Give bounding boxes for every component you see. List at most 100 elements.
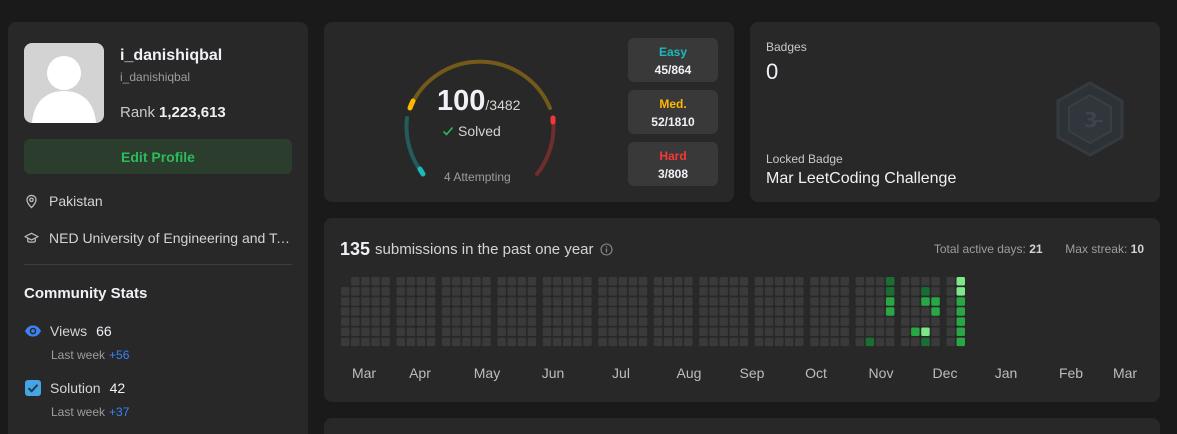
heatmap-day-cell[interactable] [674, 277, 683, 286]
heatmap-day-cell[interactable] [341, 327, 350, 337]
heatmap-day-cell[interactable] [674, 317, 683, 326]
heatmap-day-cell[interactable] [754, 337, 764, 347]
heatmap-day-cell[interactable] [840, 307, 850, 316]
heatmap-day-cell[interactable] [764, 297, 774, 306]
heatmap-day-cell[interactable] [638, 307, 648, 316]
heatmap-day-cell[interactable] [583, 307, 592, 316]
heatmap-day-cell[interactable] [416, 307, 426, 316]
heatmap-day-cell[interactable] [840, 327, 850, 337]
heatmap-day-cell[interactable] [840, 297, 850, 306]
heatmap-day-cell[interactable] [865, 317, 875, 326]
heatmap-day-cell[interactable] [371, 287, 380, 296]
heatmap-day-cell[interactable] [507, 287, 517, 296]
heatmap-day-cell[interactable] [931, 327, 940, 337]
heatmap-day-cell[interactable] [552, 327, 562, 337]
heatmap-day-cell[interactable] [573, 317, 582, 326]
heatmap-day-cell[interactable] [371, 277, 380, 286]
heatmap-day-cell[interactable] [542, 277, 552, 286]
heatmap-day-cell[interactable] [946, 307, 955, 316]
heatmap-day-cell[interactable] [875, 297, 885, 306]
heatmap-day-cell[interactable] [709, 337, 718, 347]
heatmap-day-cell[interactable] [452, 277, 461, 286]
heatmap-day-cell[interactable] [517, 337, 527, 347]
heatmap-day-cell[interactable] [482, 277, 491, 286]
heatmap-day-cell[interactable] [956, 277, 966, 286]
heatmap-day-cell[interactable] [361, 277, 370, 286]
heatmap-day-cell[interactable] [618, 307, 628, 316]
heatmap-day-cell[interactable] [482, 337, 491, 347]
heatmap-day-cell[interactable] [901, 327, 910, 337]
heatmap-day-cell[interactable] [875, 317, 885, 326]
heatmap-day-cell[interactable] [628, 317, 638, 326]
heatmap-day-cell[interactable] [674, 297, 683, 306]
heatmap-day-cell[interactable] [351, 337, 360, 347]
heatmap-day-cell[interactable] [840, 287, 850, 296]
heatmap-day-cell[interactable] [426, 327, 436, 337]
heatmap-day-cell[interactable] [709, 327, 718, 337]
heatmap-day-cell[interactable] [563, 277, 572, 286]
heatmap-day-cell[interactable] [865, 277, 875, 286]
heatmap-day-cell[interactable] [830, 307, 839, 316]
heatmap-day-cell[interactable] [517, 297, 527, 306]
heatmap-day-cell[interactable] [739, 327, 749, 337]
heatmap-day-cell[interactable] [497, 277, 506, 286]
heatmap-day-cell[interactable] [820, 307, 829, 316]
heatmap-day-cell[interactable] [396, 317, 406, 326]
heatmap-day-cell[interactable] [462, 307, 471, 316]
heatmap-day-cell[interactable] [785, 317, 794, 326]
heatmap-day-cell[interactable] [921, 307, 930, 316]
heatmap-day-cell[interactable] [901, 307, 910, 316]
heatmap-day-cell[interactable] [774, 317, 784, 326]
heatmap-day-cell[interactable] [517, 307, 527, 316]
heatmap-day-cell[interactable] [552, 307, 562, 316]
heatmap-day-cell[interactable] [795, 327, 804, 337]
heatmap-day-cell[interactable] [361, 337, 370, 347]
heatmap-day-cell[interactable] [855, 327, 865, 337]
heatmap-day-cell[interactable] [729, 287, 739, 296]
heatmap-day-cell[interactable] [406, 327, 416, 337]
heatmap-day-cell[interactable] [946, 337, 955, 347]
heatmap-day-cell[interactable] [663, 287, 673, 296]
heatmap-day-cell[interactable] [684, 277, 693, 286]
heatmap-day-cell[interactable] [563, 327, 572, 337]
heatmap-day-cell[interactable] [921, 337, 930, 347]
heatmap-day-cell[interactable] [542, 327, 552, 337]
heatmap-day-cell[interactable] [946, 297, 955, 306]
heatmap-day-cell[interactable] [911, 307, 920, 316]
heatmap-day-cell[interactable] [820, 337, 829, 347]
heatmap-day-cell[interactable] [921, 287, 930, 296]
heatmap-day-cell[interactable] [956, 337, 966, 347]
heatmap-day-cell[interactable] [618, 337, 628, 347]
heatmap-day-cell[interactable] [426, 277, 436, 286]
heatmap-day-cell[interactable] [785, 297, 794, 306]
heatmap-day-cell[interactable] [684, 307, 693, 316]
heatmap-day-cell[interactable] [507, 327, 517, 337]
heatmap-day-cell[interactable] [674, 307, 683, 316]
heatmap-day-cell[interactable] [820, 297, 829, 306]
heatmap-day-cell[interactable] [901, 317, 910, 326]
heatmap-day-cell[interactable] [381, 307, 390, 316]
heatmap-day-cell[interactable] [441, 297, 451, 306]
heatmap-day-cell[interactable] [719, 337, 728, 347]
heatmap-day-cell[interactable] [608, 277, 617, 286]
heatmap-day-cell[interactable] [462, 337, 471, 347]
heatmap-day-cell[interactable] [921, 297, 930, 306]
avatar[interactable] [24, 43, 104, 123]
heatmap-day-cell[interactable] [608, 287, 617, 296]
heatmap-day-cell[interactable] [921, 277, 930, 286]
heatmap-day-cell[interactable] [911, 327, 920, 337]
heatmap-day-cell[interactable] [739, 277, 749, 286]
heatmap-day-cell[interactable] [542, 307, 552, 316]
heatmap-day-cell[interactable] [956, 287, 966, 296]
heatmap-day-cell[interactable] [820, 327, 829, 337]
heatmap-day-cell[interactable] [764, 277, 774, 286]
heatmap-day-cell[interactable] [371, 297, 380, 306]
heatmap-day-cell[interactable] [381, 317, 390, 326]
heatmap-day-cell[interactable] [810, 327, 819, 337]
heatmap-day-cell[interactable] [754, 307, 764, 316]
info-icon[interactable] [599, 243, 613, 256]
heatmap-day-cell[interactable] [396, 287, 406, 296]
heatmap-day-cell[interactable] [452, 287, 461, 296]
heatmap-day-cell[interactable] [441, 307, 451, 316]
heatmap-day-cell[interactable] [785, 307, 794, 316]
